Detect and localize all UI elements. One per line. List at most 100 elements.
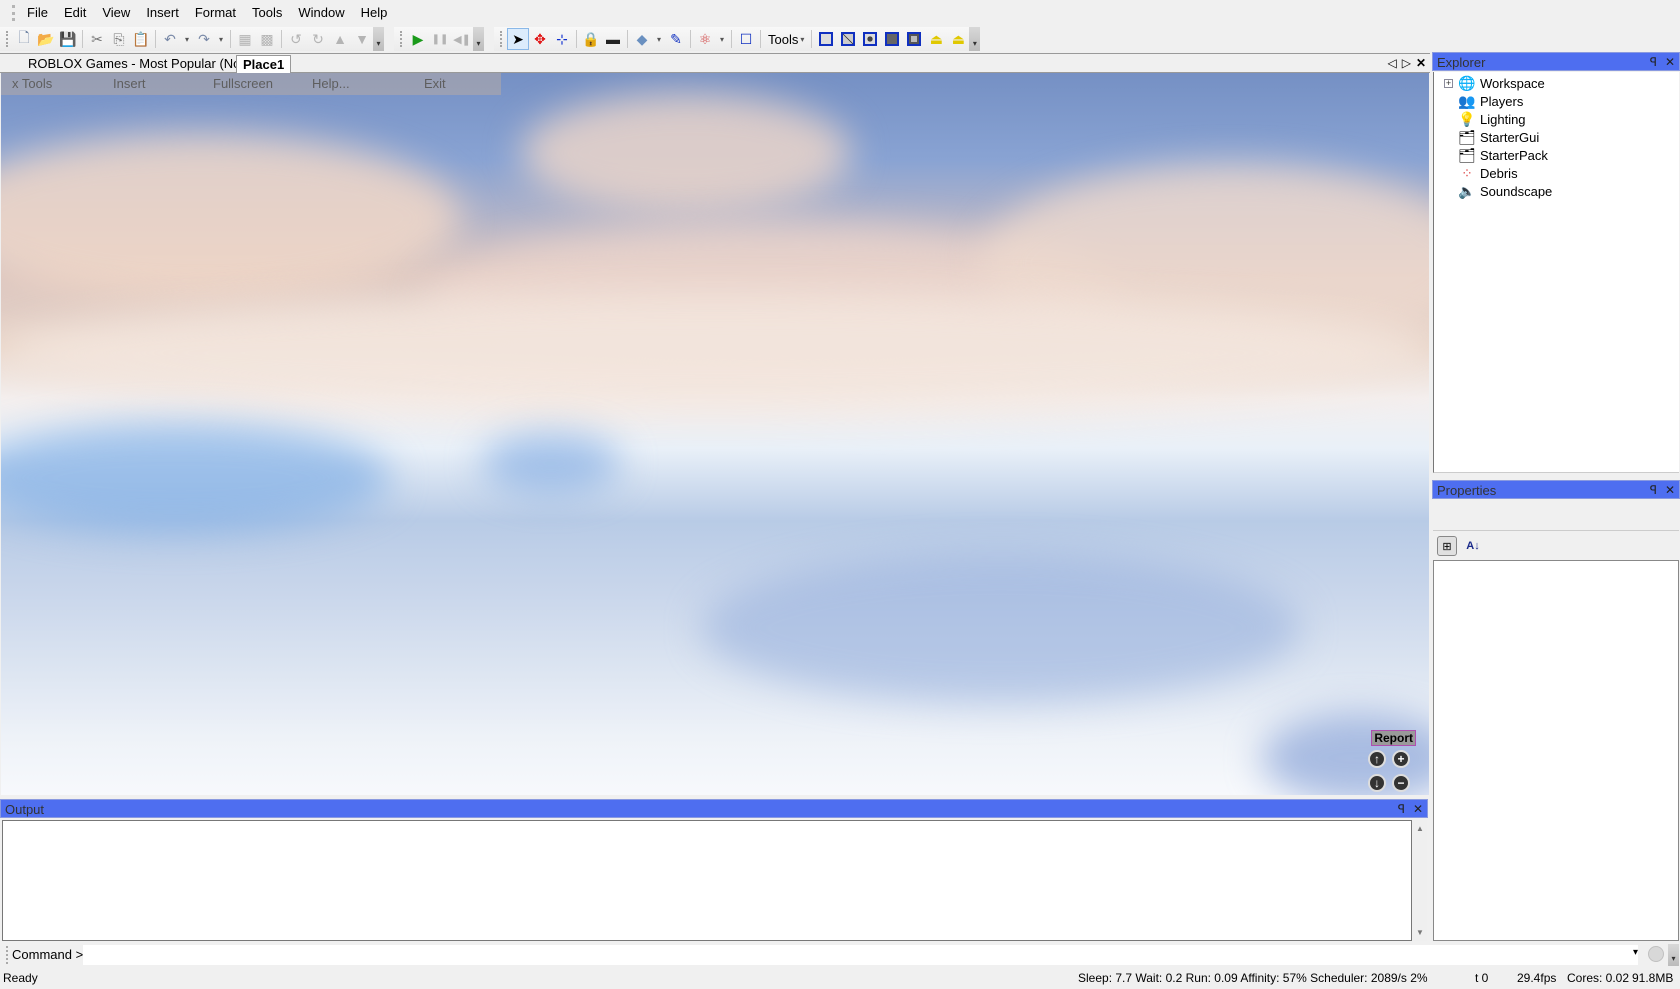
menu-edit[interactable]: Edit — [56, 0, 94, 25]
scroll-up-icon[interactable]: ▲ — [1416, 824, 1424, 833]
tab-close-icon[interactable]: ✕ — [1416, 54, 1426, 73]
toolbar: 🗋 📂 💾 ✂ ⎘ 📋 ↶ ▾ ↷ ▾ ▦ ▩ ↺ ↻ ▲ ▼ ▾ ▶ ❚❚ ◀… — [0, 26, 1680, 52]
surface-glue-icon[interactable] — [837, 28, 859, 50]
open-icon[interactable]: 📂 — [35, 28, 57, 50]
tree-item-workspace[interactable]: + 🌐 Workspace — [1434, 74, 1674, 92]
hinge-icon[interactable]: ⏏ — [925, 28, 947, 50]
command-input[interactable] — [83, 945, 1638, 965]
move-up-icon[interactable]: ▲ — [329, 28, 351, 50]
redo-dropdown-icon[interactable]: ▾ — [215, 28, 227, 50]
tab-next-icon[interactable]: ▷ — [1402, 54, 1411, 73]
pin-icon[interactable]: ꟼ — [1398, 800, 1405, 819]
status-time: t 0 — [1475, 971, 1489, 985]
paste-icon[interactable]: 📋 — [130, 28, 152, 50]
save-icon[interactable]: 💾 — [57, 28, 79, 50]
play-icon[interactable]: ▶ — [407, 28, 429, 50]
3d-viewport[interactable]: x Tools Insert Fullscreen Help... Exit R… — [1, 73, 1429, 795]
alphabetical-sort-icon[interactable]: A↓ — [1463, 536, 1483, 556]
menu-view[interactable]: View — [94, 0, 138, 25]
menu-file[interactable]: File — [19, 0, 56, 25]
group-icon[interactable]: ▦ — [234, 28, 256, 50]
pin-icon[interactable]: ꟼ — [1650, 53, 1657, 72]
move-down-icon[interactable]: ▼ — [351, 28, 373, 50]
undo-icon[interactable]: ↶ — [159, 28, 181, 50]
toolbar-overflow-icon[interactable]: ▾ — [473, 27, 484, 51]
game-menu-exit[interactable]: Exit — [424, 76, 446, 91]
surface-inlet-icon[interactable] — [903, 28, 925, 50]
paint-bucket-icon[interactable]: ◆ — [631, 28, 653, 50]
toolbar-overflow-icon[interactable]: ▾ — [373, 27, 384, 51]
anchor-icon[interactable]: ▬ — [602, 28, 624, 50]
close-icon[interactable]: ✕ — [1665, 481, 1675, 500]
move-tool-icon[interactable]: ✥ — [529, 28, 551, 50]
sky-cloud — [1, 293, 1429, 413]
tree-item-starterpack[interactable]: 🗂 StarterPack — [1434, 146, 1674, 164]
close-icon[interactable]: ✕ — [1665, 53, 1675, 72]
command-overflow-icon[interactable]: ▾ — [1668, 944, 1679, 966]
status-bar: Ready Sleep: 7.7 Wait: 0.2 Run: 0.09 Aff… — [0, 967, 1680, 989]
tree-item-players[interactable]: 👥 Players — [1434, 92, 1674, 110]
properties-grid[interactable] — [1433, 560, 1679, 941]
tab-place1[interactable]: Place1 — [236, 55, 292, 74]
camera-down-icon[interactable]: ↓ — [1368, 774, 1386, 792]
menu-help[interactable]: Help — [353, 0, 396, 25]
zoom-out-icon[interactable]: − — [1392, 774, 1410, 792]
new-icon[interactable]: 🗋 — [13, 28, 35, 50]
categorized-view-icon[interactable]: ⊞ — [1437, 536, 1457, 556]
toolbar-grip[interactable] — [500, 31, 503, 47]
zoom-in-icon[interactable]: + — [1392, 750, 1410, 768]
workspace-icon: 🌐 — [1458, 74, 1476, 91]
tree-item-debris[interactable]: ⁘ Debris — [1434, 164, 1674, 182]
game-menu-tools[interactable]: x Tools — [12, 76, 52, 91]
menu-window[interactable]: Window — [290, 0, 352, 25]
game-menu-insert[interactable]: Insert — [113, 76, 146, 91]
pause-icon[interactable]: ❚❚ — [429, 28, 451, 50]
redo-icon[interactable]: ↷ — [193, 28, 215, 50]
scroll-down-icon[interactable]: ▼ — [1416, 928, 1424, 937]
expand-icon[interactable]: + — [1444, 78, 1453, 88]
menu-insert[interactable]: Insert — [138, 0, 187, 25]
copy-icon[interactable]: ⎘ — [108, 28, 130, 50]
undo-dropdown-icon[interactable]: ▾ — [181, 28, 193, 50]
game-menu-fullscreen[interactable]: Fullscreen — [213, 76, 273, 91]
stop-icon[interactable]: ◀❚ — [451, 28, 473, 50]
toolbar-grip[interactable] — [400, 31, 403, 47]
cut-icon[interactable]: ✂ — [86, 28, 108, 50]
tree-item-soundscape[interactable]: 🔈 Soundscape — [1434, 182, 1674, 200]
motor-icon[interactable]: ⏏ — [947, 28, 969, 50]
surface-weld-icon[interactable] — [859, 28, 881, 50]
frame-icon[interactable]: ☐ — [735, 28, 757, 50]
dropper-icon[interactable]: ✎ — [665, 28, 687, 50]
lock-icon[interactable]: 🔒 — [580, 28, 602, 50]
tools-dropdown-icon[interactable]: ▾ — [796, 28, 808, 50]
menu-grip[interactable] — [12, 4, 15, 21]
menu-tools[interactable]: Tools — [244, 0, 290, 25]
pin-icon[interactable]: ꟼ — [1650, 481, 1657, 500]
physics-dropdown-icon[interactable]: ▾ — [716, 28, 728, 50]
game-menu-help[interactable]: Help... — [312, 76, 350, 91]
output-log[interactable] — [2, 820, 1412, 941]
toolbar-grip[interactable] — [6, 31, 9, 47]
tree-item-lighting[interactable]: 💡 Lighting — [1434, 110, 1674, 128]
report-button[interactable]: Report — [1371, 730, 1416, 746]
rotate-icon[interactable]: ↺ — [285, 28, 307, 50]
menu-format[interactable]: Format — [187, 0, 244, 25]
physics-icon[interactable]: ⚛ — [694, 28, 716, 50]
camera-up-icon[interactable]: ↑ — [1368, 750, 1386, 768]
output-scrollbar[interactable]: ▲ ▼ — [1412, 820, 1427, 941]
ungroup-icon[interactable]: ▩ — [256, 28, 278, 50]
command-history-dropdown-icon[interactable]: ▾ — [1633, 947, 1638, 958]
resize-tool-icon[interactable]: ⊹ — [551, 28, 573, 50]
paint-dropdown-icon[interactable]: ▾ — [653, 28, 665, 50]
tab-roblox-games[interactable]: ROBLOX Games - Most Popular (Now) — [6, 55, 260, 74]
tab-prev-icon[interactable]: ◁ — [1387, 54, 1396, 73]
run-command-icon[interactable] — [1648, 946, 1664, 962]
select-tool-icon[interactable]: ➤ — [507, 28, 529, 50]
toolbar-overflow-icon[interactable]: ▾ — [969, 27, 981, 51]
tilt-icon[interactable]: ↻ — [307, 28, 329, 50]
status-ready: Ready — [3, 971, 38, 985]
surface-smooth-icon[interactable] — [815, 28, 837, 50]
surface-studs-icon[interactable] — [881, 28, 903, 50]
tree-item-startergui[interactable]: 🗂 StarterGui — [1434, 128, 1674, 146]
close-icon[interactable]: ✕ — [1413, 800, 1423, 819]
